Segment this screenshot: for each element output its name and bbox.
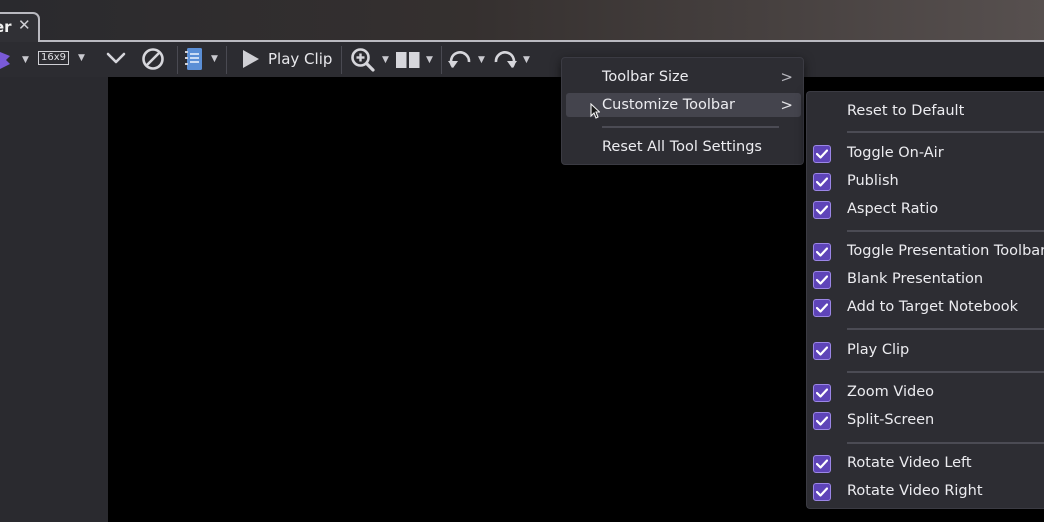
side-panel [0, 77, 108, 522]
menu-item-play-clip[interactable]: Play Clip [807, 337, 1044, 363]
split-screen-button[interactable]: ▼ [396, 52, 433, 68]
menu-item-label: Rotate Video Right [847, 483, 983, 499]
chevron-down-icon[interactable]: ▼ [78, 53, 85, 63]
chevron-down-icon[interactable]: ▼ [478, 55, 485, 65]
aspect-ratio-button[interactable]: 16x9 ▼ [38, 51, 85, 65]
menu-item-label: Play Clip [847, 342, 910, 358]
checkbox-checked-icon[interactable] [813, 412, 831, 430]
menu-item-customize-toolbar[interactable]: Customize Toolbar > [566, 93, 801, 117]
logo-icon [0, 52, 10, 69]
close-icon[interactable]: ✕ [18, 16, 31, 34]
mouse-cursor-icon [590, 103, 600, 119]
menu-item-zoom-video[interactable]: Zoom Video [807, 379, 1044, 405]
tab-bar: er ✕ [0, 0, 1044, 42]
menu-item-label: Zoom Video [847, 384, 935, 400]
menu-separator [847, 131, 1044, 133]
publish-button[interactable] [106, 49, 126, 67]
chevron-down-icon[interactable]: ▼ [22, 55, 29, 65]
chevron-down-icon[interactable]: ▼ [426, 55, 433, 65]
menu-item-label: Toggle On-Air [847, 145, 944, 161]
chevron-right-icon: > [780, 96, 793, 114]
menu-item-add-to-target-notebook[interactable]: Add to Target Notebook [807, 294, 1044, 320]
checkbox-checked-icon[interactable] [813, 342, 831, 360]
menu-item-reset-to-default[interactable]: Reset to Default [807, 98, 1044, 124]
rotate-right-icon [494, 51, 517, 68]
rotate-left-icon [448, 51, 471, 68]
menu-item-blank-presentation[interactable]: Blank Presentation [807, 266, 1044, 292]
target-notebook-button[interactable]: ▼ [185, 47, 218, 71]
zoom-in-icon [351, 48, 375, 72]
play-clip-button[interactable]: Play Clip [242, 49, 332, 69]
chevron-down-icon[interactable]: ▼ [523, 55, 530, 65]
menu-item-label: Customize Toolbar [602, 97, 735, 113]
menu-separator [847, 442, 1044, 444]
chevron-down-icon [106, 52, 126, 64]
blank-icon [142, 48, 164, 70]
menu-item-label: Reset All Tool Settings [602, 139, 762, 155]
menu-item-label: Rotate Video Left [847, 455, 972, 471]
menu-item-publish[interactable]: Publish [807, 168, 1044, 194]
menu-item-rotate-video-right[interactable]: Rotate Video Right [807, 478, 1044, 504]
menu-separator [847, 230, 1044, 232]
toolbar-separator [177, 46, 178, 74]
play-icon [243, 50, 259, 68]
menu-item-label: Split-Screen [847, 412, 935, 428]
checkbox-checked-icon[interactable] [813, 483, 831, 501]
menu-separator [847, 371, 1044, 373]
rotate-right-button[interactable]: ▼ [493, 49, 530, 71]
menu-item-toggle-presentation-toolbar[interactable]: Toggle Presentation Toolbar [807, 238, 1044, 264]
chevron-down-icon[interactable]: ▼ [211, 54, 218, 64]
notebook-icon [185, 48, 202, 70]
chevron-right-icon: > [780, 68, 793, 86]
document-tab[interactable]: er ✕ [0, 12, 40, 42]
menu-item-toggle-on-air[interactable]: Toggle On-Air [807, 140, 1044, 166]
on-air-button[interactable]: ▼ [0, 50, 29, 70]
checkbox-checked-icon[interactable] [813, 173, 831, 191]
menu-item-label: Publish [847, 173, 899, 189]
play-clip-label: Play Clip [268, 50, 333, 68]
menu-item-aspect-ratio[interactable]: Aspect Ratio [807, 196, 1044, 222]
menu-item-label: Reset to Default [847, 103, 965, 119]
toolbar: ▼ 16x9 ▼ ▼ Play Clip ▼ ▼ ▼ ▼ [0, 42, 1044, 77]
rotate-left-button[interactable]: ▼ [448, 49, 485, 71]
toolbar-separator [341, 46, 342, 74]
checkbox-checked-icon[interactable] [813, 299, 831, 317]
customize-toolbar-submenu: Reset to Default Toggle On-Air Publish A… [806, 91, 1044, 509]
aspect-ratio-label: 16x9 [38, 51, 70, 65]
checkbox-checked-icon[interactable] [813, 145, 831, 163]
chevron-down-icon[interactable]: ▼ [382, 55, 389, 65]
checkbox-checked-icon[interactable] [813, 201, 831, 219]
toolbar-separator [226, 46, 227, 74]
menu-item-label: Aspect Ratio [847, 201, 939, 217]
split-screen-icon [396, 52, 420, 68]
menu-item-label: Toolbar Size [602, 69, 689, 85]
menu-item-label: Add to Target Notebook [847, 299, 1018, 315]
checkbox-checked-icon[interactable] [813, 271, 831, 289]
zoom-video-button[interactable]: ▼ [350, 47, 389, 73]
menu-item-label: Toggle Presentation Toolbar [847, 243, 1044, 259]
menu-item-rotate-video-left[interactable]: Rotate Video Left [807, 450, 1044, 476]
menu-item-toolbar-size[interactable]: Toolbar Size > [566, 65, 801, 89]
menu-item-split-screen[interactable]: Split-Screen [807, 407, 1044, 433]
menu-separator [847, 328, 1044, 330]
menu-item-reset-all-tool-settings[interactable]: Reset All Tool Settings [566, 135, 801, 159]
tab-title: er [0, 18, 12, 36]
menu-separator [602, 126, 779, 128]
blank-presentation-button[interactable] [141, 47, 165, 71]
checkbox-checked-icon[interactable] [813, 243, 831, 261]
toolbar-separator [441, 46, 442, 74]
menu-item-label: Blank Presentation [847, 271, 984, 287]
checkbox-checked-icon[interactable] [813, 455, 831, 473]
checkbox-checked-icon[interactable] [813, 384, 831, 402]
